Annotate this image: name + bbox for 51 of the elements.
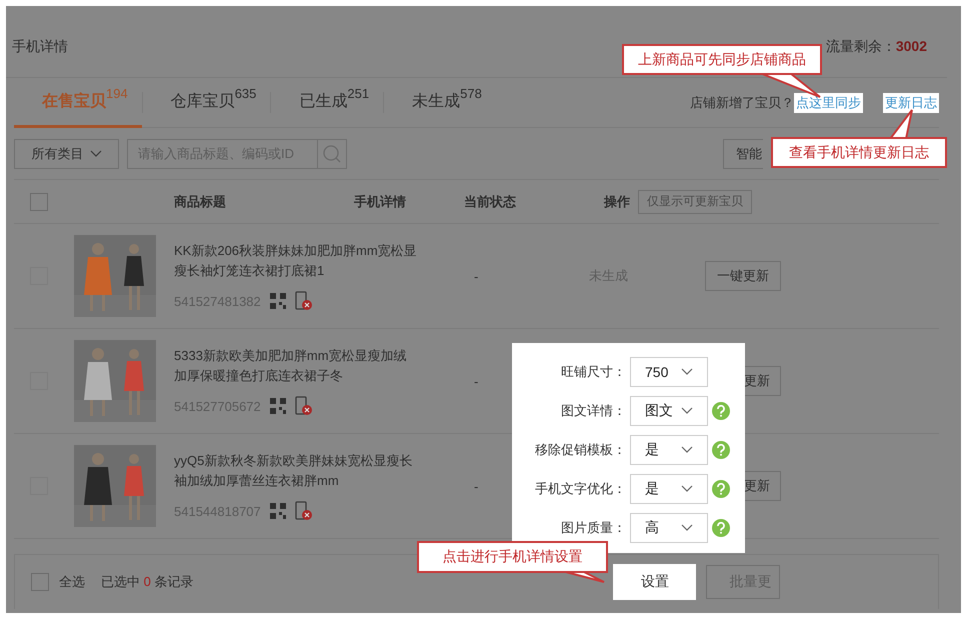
select-all-checkbox[interactable] — [30, 192, 48, 210]
product-title: yyQ5新款秋冬新款欧美胖妹妹宽松显瘦长袖加绒加厚蕾丝连衣裙胖mm — [174, 452, 414, 490]
detail-cell: - — [474, 374, 478, 388]
chevron-down-icon — [681, 407, 693, 415]
product-title: 5333新款欧美加肥加胖mm宽松显瘦加绒加厚保暖撞色打底连衣裙子冬 — [174, 347, 408, 385]
setting-dropdown[interactable]: 是 — [630, 474, 708, 504]
detail-cell: - — [474, 268, 478, 284]
phone-error-icon[interactable] — [294, 291, 313, 311]
help-icon[interactable] — [712, 441, 730, 459]
setting-label: 手机文字优化： — [534, 480, 626, 498]
chevron-down-icon — [681, 485, 693, 493]
setting-label: 移除促销模板： — [534, 441, 626, 459]
update-button[interactable]: 一键更新 — [705, 261, 781, 291]
sync-prompt: 店铺新增了宝贝？ — [690, 94, 794, 112]
setting-label: 图文详情： — [560, 402, 626, 420]
phone-error-icon[interactable] — [294, 396, 313, 416]
chevron-down-icon — [90, 150, 102, 158]
setting-dropdown[interactable]: 高 — [630, 513, 708, 543]
setting-dropdown[interactable]: 图文 — [630, 396, 708, 426]
column-header: 操作 — [604, 192, 630, 210]
sync-link[interactable]: 点这里同步 — [794, 92, 863, 112]
chevron-down-icon — [681, 446, 693, 454]
setting-dropdown[interactable]: 750 — [630, 357, 708, 387]
selection-count: 已选中 0 条记录 — [101, 573, 194, 591]
setting-dropdown[interactable]: 是 — [630, 435, 708, 465]
detail-cell: - — [474, 478, 478, 494]
phone-error-icon[interactable] — [294, 501, 313, 521]
setting-label: 图片质量： — [560, 519, 626, 537]
help-icon[interactable] — [712, 519, 730, 537]
traffic-label: 流量剩余： — [826, 38, 896, 56]
qr-code-icon[interactable] — [268, 292, 287, 310]
filter-updatable-button[interactable]: 仅显示可更新宝贝 — [638, 190, 752, 214]
category-dropdown[interactable]: 所有类目 — [14, 138, 119, 168]
help-icon[interactable] — [712, 402, 730, 420]
qr-code-icon[interactable] — [268, 502, 287, 520]
select-all-label: 全选 — [59, 573, 85, 591]
chevron-down-icon — [681, 368, 693, 376]
column-header: 当前状态 — [464, 192, 517, 210]
settings-button[interactable]: 设置 — [613, 564, 696, 600]
select-all-checkbox[interactable] — [31, 573, 49, 591]
chevron-down-icon — [681, 524, 693, 532]
smart-button[interactable]: 智能 — [723, 138, 763, 168]
page-title: 手机详情 — [12, 38, 68, 56]
qr-code-icon[interactable] — [268, 397, 287, 415]
traffic-value: 3002 — [896, 38, 927, 56]
update-log-link[interactable]: 更新日志 — [883, 92, 939, 112]
help-icon[interactable] — [712, 480, 730, 498]
product-title: KK新款206秋装胖妹妹加肥加胖mm宽松显瘦长袖灯笼连衣裙打底裙1 — [174, 242, 418, 280]
column-header: 手机详情 — [354, 192, 407, 210]
column-header: 商品标题 — [173, 192, 227, 210]
setting-label: 旺铺尺寸： — [560, 363, 626, 381]
